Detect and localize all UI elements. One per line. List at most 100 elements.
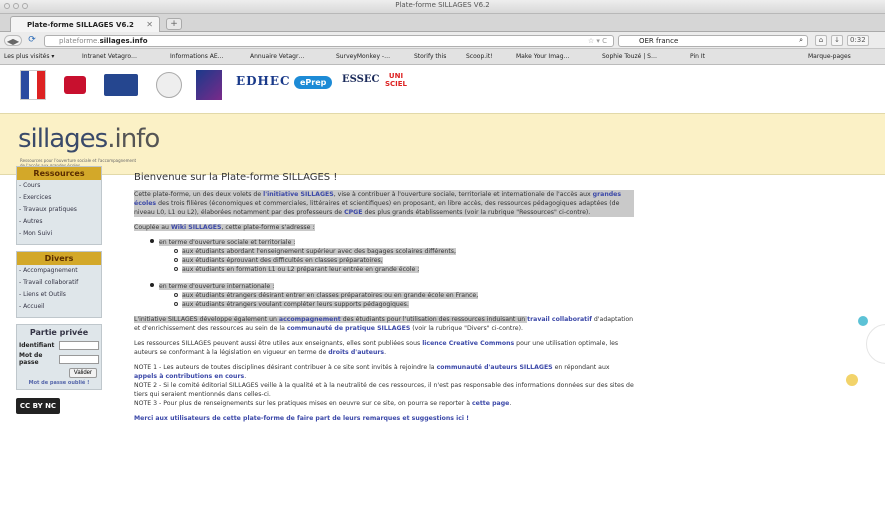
- search-icon[interactable]: ⌕: [799, 36, 803, 45]
- home-icon[interactable]: ⌂: [815, 35, 827, 46]
- site-logo[interactable]: sillages.info: [18, 124, 160, 154]
- forgot-password-link[interactable]: Mot de passe oublié !: [17, 380, 101, 386]
- bookmark-item[interactable]: Make Your Imag…: [516, 53, 570, 60]
- link-wiki-sillages[interactable]: Wiki SILLAGES: [171, 224, 222, 231]
- site-banner: sillages.info Ressources pour l'ouvertur…: [0, 113, 885, 175]
- note-text: en répondant aux: [552, 364, 610, 371]
- sidebar: Ressources - Cours - Exercices - Travaux…: [16, 166, 102, 426]
- reload-icon[interactable]: ⟳: [26, 35, 38, 46]
- link-travail-collaboratif[interactable]: travail collaboratif: [527, 316, 592, 323]
- list-item-text: aux étudiants étrangers désirant entrer …: [182, 292, 479, 299]
- partner-logo-blue[interactable]: [196, 70, 222, 100]
- title-bar: Plate-forme SILLAGES V6.2: [0, 0, 885, 14]
- search-bar[interactable]: OER france ⌕: [618, 35, 808, 47]
- clock-label: 0:32: [847, 35, 869, 46]
- list-item-text: aux étudiants étrangers voulant compléte…: [182, 301, 409, 308]
- identifiant-label: Identifiant: [19, 342, 55, 349]
- bookmark-item[interactable]: Marque-pages: [808, 53, 851, 60]
- bookmark-item[interactable]: Annuaire Vetagr…: [250, 53, 304, 60]
- decorative-ring: [866, 324, 885, 364]
- menu-item-accueil[interactable]: - Accueil: [17, 301, 101, 313]
- p3-text: des étudiants pour l'utilisation des res…: [340, 316, 528, 323]
- link-cpge[interactable]: CPGE: [344, 209, 362, 216]
- intro-paragraph: Cette plate-forme, un des deux volets de…: [134, 190, 634, 217]
- new-tab-button[interactable]: +: [166, 18, 182, 30]
- menu-item-travail-collaboratif[interactable]: - Travail collaboratif: [17, 277, 101, 289]
- coupled-text: Couplée au: [134, 224, 171, 231]
- link-communaute-pratique[interactable]: communauté de pratique SILLAGES: [287, 325, 410, 332]
- bookmark-item[interactable]: Intranet Vetagro…: [82, 53, 137, 60]
- url-bar[interactable]: plateforme.sillages.info ☆ ▾ C: [44, 35, 614, 47]
- bookmark-item[interactable]: Les plus visités ▾: [4, 53, 54, 60]
- list-item-text: aux étudiants éprouvant des difficultés …: [182, 257, 383, 264]
- partner-logos: EDHEC ePrep ESSEC UNI SCIEL: [0, 66, 885, 111]
- menu-item-exercices[interactable]: - Exercices: [17, 192, 101, 204]
- link-appels-contributions[interactable]: appels à contributions en cours: [134, 373, 244, 380]
- url-domain: sillages.info: [99, 37, 148, 45]
- accompaniment-paragraph: L'initiative SILLAGES développe égalemen…: [134, 315, 634, 333]
- password-input[interactable]: [59, 354, 99, 364]
- p3-text: (voir la rubrique "Divers" ci-contre).: [410, 325, 523, 332]
- republique-logo[interactable]: [20, 70, 46, 100]
- link-cette-page[interactable]: cette page: [472, 400, 509, 407]
- ressources-menu: Ressources - Cours - Exercices - Travaux…: [16, 166, 102, 245]
- bookmark-item[interactable]: Pin It: [690, 53, 705, 60]
- bookmark-item[interactable]: Scoop.it!: [466, 53, 493, 60]
- list-item: aux étudiants abordant l'enseignement su…: [174, 247, 634, 256]
- bookmark-item[interactable]: SurveyMonkey -…: [336, 53, 390, 60]
- menu-item-accompagnement[interactable]: - Accompagnement: [17, 265, 101, 277]
- edhec-logo[interactable]: EDHEC: [236, 74, 291, 88]
- identifiant-input[interactable]: [59, 341, 99, 350]
- note-3: NOTE 3 - Pour plus de renseignements sur…: [134, 399, 634, 408]
- link-communaute-auteurs[interactable]: communauté d'auteurs SILLAGES: [437, 364, 553, 371]
- brand-main: sillages: [18, 124, 108, 154]
- tab-bar: Plate-forme SILLAGES V6.2 ✕ +: [0, 14, 885, 32]
- search-engine-label: OER france: [639, 37, 679, 45]
- menu-item-travaux-pratiques[interactable]: - Travaux pratiques: [17, 204, 101, 216]
- intro-text: des plus grands établissements (voir la …: [362, 209, 591, 216]
- brand-suffix: .info: [107, 124, 160, 154]
- bookmarks-bar: Les plus visités ▾ Intranet Vetagro… Inf…: [0, 49, 885, 65]
- note-text: .: [509, 400, 512, 407]
- eprep-logo[interactable]: ePrep: [294, 76, 333, 89]
- downloads-icon[interactable]: ↓: [831, 35, 843, 46]
- essec-logo[interactable]: ESSEC: [342, 74, 379, 85]
- menu-item-autres[interactable]: - Autres: [17, 216, 101, 228]
- menu-item-cours[interactable]: - Cours: [17, 180, 101, 192]
- login-box: Partie privée Identifiant Mot de passe V…: [16, 324, 102, 390]
- decorative-dot-teal: [858, 316, 868, 326]
- unisciel-logo[interactable]: UNI SCIEL: [384, 72, 408, 88]
- bookmark-item[interactable]: Storify this: [414, 53, 446, 60]
- intro-text: Cette plate-forme, un des deux volets de: [134, 191, 264, 198]
- bookmark-star-icon[interactable]: ☆ ▾ C: [588, 37, 607, 45]
- list-item-text: aux étudiants en formation L1 ou L2 prép…: [182, 266, 420, 273]
- link-droits-auteurs[interactable]: droits d'auteurs: [328, 349, 384, 356]
- menu-item-liens-outils[interactable]: - Liens et Outils: [17, 289, 101, 301]
- link-accompagnement[interactable]: accompagnement: [279, 316, 341, 323]
- note-text: NOTE 1 - Les auteurs de toutes disciplin…: [134, 364, 437, 371]
- login-heading: Partie privée: [29, 328, 89, 337]
- seal-logo[interactable]: [156, 72, 182, 98]
- link-licence-cc[interactable]: licence Creative Commons: [422, 340, 514, 347]
- creative-commons-badge[interactable]: CC BY NC SA: [16, 398, 60, 426]
- list-item: en terme d'ouverture internationale : au…: [150, 282, 634, 309]
- bookmark-item[interactable]: Informations AE…: [170, 53, 224, 60]
- notes: NOTE 1 - Les auteurs de toutes disciplin…: [134, 363, 634, 408]
- link-initiative-sillages[interactable]: l'initiative SILLAGES: [263, 191, 334, 198]
- coupled-paragraph: Couplée au Wiki SILLAGES, cette plate-fo…: [134, 223, 634, 232]
- login-submit-button[interactable]: Valider: [68, 368, 97, 378]
- grandes-ecoles-logo[interactable]: [104, 74, 138, 96]
- tab-close-icon[interactable]: ✕: [146, 20, 153, 29]
- audience-list: en terme d'ouverture sociale et territor…: [150, 238, 634, 309]
- partner-logo-red[interactable]: [64, 76, 86, 94]
- intro-text: , vise à contribuer à l'ouverture social…: [333, 191, 593, 198]
- tab-active[interactable]: Plate-forme SILLAGES V6.2 ✕: [10, 16, 160, 32]
- license-paragraph: Les ressources SILLAGES peuvent aussi êt…: [134, 339, 634, 357]
- bookmark-item[interactable]: Sophie Touzé | S…: [602, 53, 657, 60]
- list-item: en terme d'ouverture sociale et territor…: [150, 238, 634, 274]
- menu-item-mon-suivi[interactable]: - Mon Suivi: [17, 228, 101, 240]
- navigation-bar: ◀▶ ⟳ plateforme.sillages.info ☆ ▾ C OER …: [0, 32, 885, 49]
- feedback-link[interactable]: Merci aux utilisateurs de cette plate-fo…: [134, 414, 634, 423]
- back-button[interactable]: ◀▶: [4, 35, 22, 46]
- coupled-text: , cette plate-forme s'adresse :: [221, 224, 315, 231]
